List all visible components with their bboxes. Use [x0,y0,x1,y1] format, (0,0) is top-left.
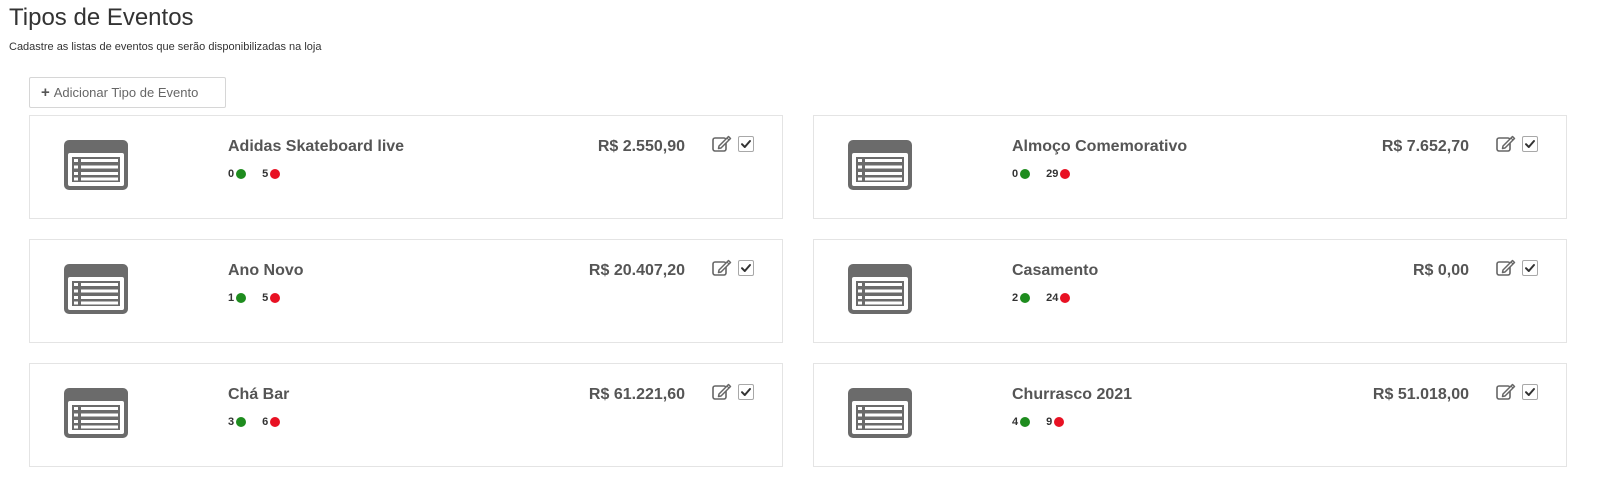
select-checkbox[interactable] [1522,260,1538,276]
event-type-price: R$ 61.221,60 [588,386,685,403]
active-count-value: 1 [228,292,235,304]
event-type-name: Adidas Skateboard live [228,138,405,155]
checkmark-icon [741,140,751,148]
event-type-price: R$ 20.407,20 [588,262,685,279]
event-type-price: R$ 2.550,90 [597,138,685,155]
event-counts: 0 29 [1012,167,1071,181]
list-icon [64,388,128,438]
inactive-count: 6 [262,415,281,429]
list-icon [64,264,128,314]
inactive-count-value: 9 [1046,416,1053,428]
red-dot-icon [1060,293,1071,303]
checkmark-icon [741,264,751,272]
red-dot-icon [270,169,281,179]
event-type-name: Almoço Comemorativo [1012,138,1188,155]
inactive-count-value: 6 [262,416,269,428]
edit-icon[interactable] [712,135,732,153]
event-counts: 2 24 [1012,291,1071,305]
list-icon [64,140,128,190]
select-checkbox[interactable] [738,260,754,276]
event-type-card: Casamento 2 24 R$ 0,00 [813,239,1567,343]
event-counts: 4 9 [1012,415,1065,429]
add-event-type-label: Adicionar Tipo de Evento [53,85,199,100]
event-type-price: R$ 51.018,00 [1372,386,1469,403]
event-type-name: Ano Novo [228,262,304,279]
inactive-count-value: 5 [262,168,269,180]
active-count: 4 [1012,415,1031,429]
checkmark-icon [741,388,751,396]
red-dot-icon [270,417,281,427]
active-count: 0 [1012,167,1031,181]
event-type-card: Churrasco 2021 4 9 R$ 51.018,00 [813,363,1567,467]
green-dot-icon [1020,169,1031,179]
select-checkbox[interactable] [1522,136,1538,152]
select-checkbox[interactable] [738,136,754,152]
edit-icon[interactable] [712,383,732,401]
inactive-count: 29 [1046,167,1071,181]
edit-icon[interactable] [1496,135,1516,153]
event-counts: 1 5 [228,291,281,305]
edit-icon[interactable] [1496,383,1516,401]
green-dot-icon [1020,293,1031,303]
inactive-count-value: 24 [1046,292,1059,304]
inactive-count-value: 5 [262,292,269,304]
page-subtitle: Cadastre as listas de eventos que serão … [9,41,322,53]
edit-icon[interactable] [1496,259,1516,277]
inactive-count: 5 [262,167,281,181]
green-dot-icon [1020,417,1031,427]
inactive-count: 24 [1046,291,1071,305]
active-count-value: 0 [1012,168,1019,180]
red-dot-icon [1054,417,1065,427]
active-count: 1 [228,291,247,305]
green-dot-icon [236,169,247,179]
event-type-price: R$ 0,00 [1412,262,1469,279]
select-checkbox[interactable] [738,384,754,400]
event-type-price: R$ 7.652,70 [1381,138,1469,155]
list-icon [848,140,912,190]
active-count-value: 2 [1012,292,1019,304]
event-type-card: Almoço Comemorativo 0 29 R$ 7.652,70 [813,115,1567,219]
active-count-value: 4 [1012,416,1019,428]
page-title: Tipos de Eventos [9,4,194,31]
list-icon [848,388,912,438]
checkmark-icon [1525,264,1535,272]
plus-icon: + [41,83,50,101]
event-type-name: Chá Bar [228,386,290,403]
inactive-count: 9 [1046,415,1065,429]
event-type-card: Adidas Skateboard live 0 5 R$ 2.550,90 [29,115,783,219]
event-types-page: Tipos de Eventos Cadastre as listas de e… [0,0,1600,478]
active-count-value: 3 [228,416,235,428]
event-counts: 0 5 [228,167,281,181]
red-dot-icon [270,293,281,303]
active-count-value: 0 [228,168,235,180]
checkmark-icon [1525,388,1535,396]
inactive-count: 5 [262,291,281,305]
event-type-card: Chá Bar 3 6 R$ 61.221,60 [29,363,783,467]
select-checkbox[interactable] [1522,384,1538,400]
event-type-name: Churrasco 2021 [1012,386,1133,403]
active-count: 3 [228,415,247,429]
inactive-count-value: 29 [1046,168,1059,180]
list-icon [848,264,912,314]
green-dot-icon [236,293,247,303]
active-count: 0 [228,167,247,181]
add-event-type-button[interactable]: + Adicionar Tipo de Evento [29,77,226,108]
red-dot-icon [1060,169,1071,179]
event-counts: 3 6 [228,415,281,429]
checkmark-icon [1525,140,1535,148]
event-type-name: Casamento [1012,262,1099,279]
event-type-card: Ano Novo 1 5 R$ 20.407,20 [29,239,783,343]
active-count: 2 [1012,291,1031,305]
edit-icon[interactable] [712,259,732,277]
green-dot-icon [236,417,247,427]
